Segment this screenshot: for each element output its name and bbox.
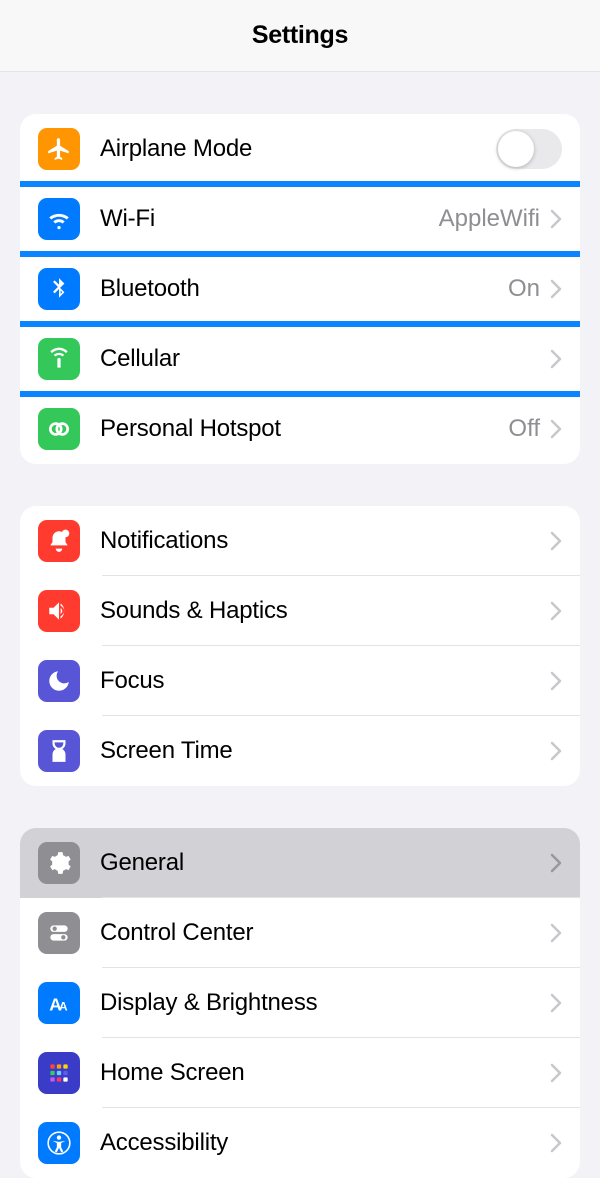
focus-icon: [38, 660, 80, 702]
settings-content: Airplane Mode Wi-Fi AppleWifi Bluetooth …: [0, 114, 600, 1178]
row-label: Accessibility: [100, 1129, 550, 1157]
chevron-right-icon: [550, 531, 562, 551]
row-wifi[interactable]: Wi-Fi AppleWifi: [20, 184, 580, 254]
airplane-icon: [38, 128, 80, 170]
row-label: Screen Time: [100, 737, 550, 765]
chevron-right-icon: [550, 419, 562, 439]
display-icon: AA: [38, 982, 80, 1024]
row-home-screen[interactable]: Home Screen: [20, 1038, 580, 1108]
row-value: AppleWifi: [439, 205, 540, 233]
row-value: On: [508, 275, 540, 303]
row-label: Notifications: [100, 527, 550, 555]
airplane-toggle[interactable]: [496, 129, 562, 169]
hotspot-icon: [38, 408, 80, 450]
row-label: Control Center: [100, 919, 550, 947]
accessibility-icon: [38, 1122, 80, 1164]
svg-text:A: A: [59, 1000, 68, 1014]
wifi-icon: [38, 198, 80, 240]
screentime-icon: [38, 730, 80, 772]
row-label: General: [100, 849, 550, 877]
row-screen-time[interactable]: Screen Time: [20, 716, 580, 786]
row-focus[interactable]: Focus: [20, 646, 580, 716]
chevron-right-icon: [550, 671, 562, 691]
row-cellular[interactable]: Cellular: [20, 324, 580, 394]
header: Settings: [0, 0, 600, 72]
chevron-right-icon: [550, 993, 562, 1013]
row-control-center[interactable]: Control Center: [20, 898, 580, 968]
chevron-right-icon: [550, 1133, 562, 1153]
row-label: Sounds & Haptics: [100, 597, 550, 625]
row-label: Personal Hotspot: [100, 415, 508, 443]
bluetooth-icon: [38, 268, 80, 310]
chevron-right-icon: [550, 853, 562, 873]
row-label: Cellular: [100, 345, 550, 373]
cellular-icon: [38, 338, 80, 380]
chevron-right-icon: [550, 349, 562, 369]
chevron-right-icon: [550, 601, 562, 621]
row-label: Airplane Mode: [100, 135, 496, 163]
row-label: Wi-Fi: [100, 205, 439, 233]
settings-group-general: General Control Center AA Display & Brig…: [20, 828, 580, 1178]
sounds-icon: [38, 590, 80, 632]
row-label: Bluetooth: [100, 275, 508, 303]
chevron-right-icon: [550, 741, 562, 761]
row-personal-hotspot[interactable]: Personal Hotspot Off: [20, 394, 580, 464]
row-label: Focus: [100, 667, 550, 695]
homescreen-icon: [38, 1052, 80, 1094]
row-bluetooth[interactable]: Bluetooth On: [20, 254, 580, 324]
notifications-icon: [38, 520, 80, 562]
row-sounds-haptics[interactable]: Sounds & Haptics: [20, 576, 580, 646]
row-general[interactable]: General: [20, 828, 580, 898]
chevron-right-icon: [550, 1063, 562, 1083]
general-icon: [38, 842, 80, 884]
chevron-right-icon: [550, 279, 562, 299]
row-notifications[interactable]: Notifications: [20, 506, 580, 576]
row-label: Display & Brightness: [100, 989, 550, 1017]
row-display-brightness[interactable]: AA Display & Brightness: [20, 968, 580, 1038]
header-title: Settings: [252, 21, 348, 50]
chevron-right-icon: [550, 923, 562, 943]
row-value: Off: [508, 415, 540, 443]
chevron-right-icon: [550, 209, 562, 229]
controlcenter-icon: [38, 912, 80, 954]
row-accessibility[interactable]: Accessibility: [20, 1108, 580, 1178]
row-label: Home Screen: [100, 1059, 550, 1087]
row-airplane-mode[interactable]: Airplane Mode: [20, 114, 580, 184]
settings-group-connectivity: Airplane Mode Wi-Fi AppleWifi Bluetooth …: [20, 114, 580, 464]
settings-group-notifications: Notifications Sounds & Haptics Focus Scr…: [20, 506, 580, 786]
